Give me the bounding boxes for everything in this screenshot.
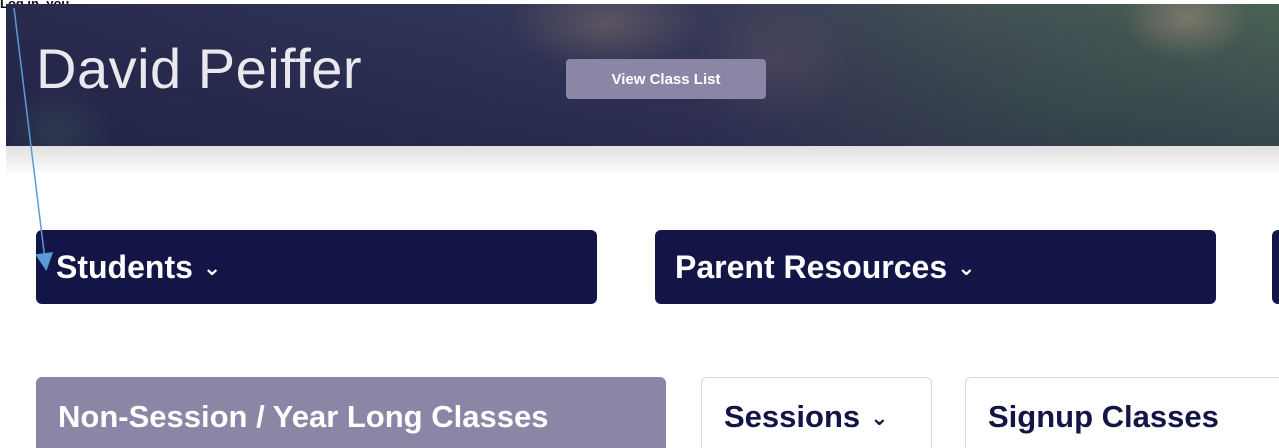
chevron-down-icon: ⌄ bbox=[202, 255, 222, 280]
parent-resources-button[interactable]: Parent Resources ⌄ bbox=[655, 230, 1216, 304]
tab-signup-classes[interactable]: Signup Classes bbox=[965, 377, 1279, 448]
hero-banner: David Peiffer View Class List bbox=[6, 4, 1279, 146]
students-label: Students bbox=[56, 248, 193, 285]
students-button[interactable]: Students ⌄ bbox=[36, 230, 597, 304]
view-class-list-button[interactable]: View Class List bbox=[566, 59, 766, 99]
page-title: David Peiffer bbox=[36, 37, 363, 100]
tab-sessions[interactable]: Sessions ⌄ bbox=[701, 377, 932, 448]
parent-resources-label: Parent Resources bbox=[675, 248, 948, 285]
additional-menu-button[interactable] bbox=[1272, 230, 1279, 304]
tab-label: Non-Session / Year Long Classes bbox=[58, 399, 549, 434]
tab-label: Sessions bbox=[724, 399, 861, 434]
chevron-down-icon: ⌄ bbox=[957, 255, 976, 280]
teacher-page: Log in, you David Peiffer View Class Lis… bbox=[0, 0, 1279, 448]
banner-shadow bbox=[6, 146, 1279, 176]
tab-non-session-classes[interactable]: Non-Session / Year Long Classes bbox=[36, 377, 666, 448]
chevron-down-icon: ⌄ bbox=[870, 405, 889, 430]
tab-label: Signup Classes bbox=[988, 399, 1219, 434]
